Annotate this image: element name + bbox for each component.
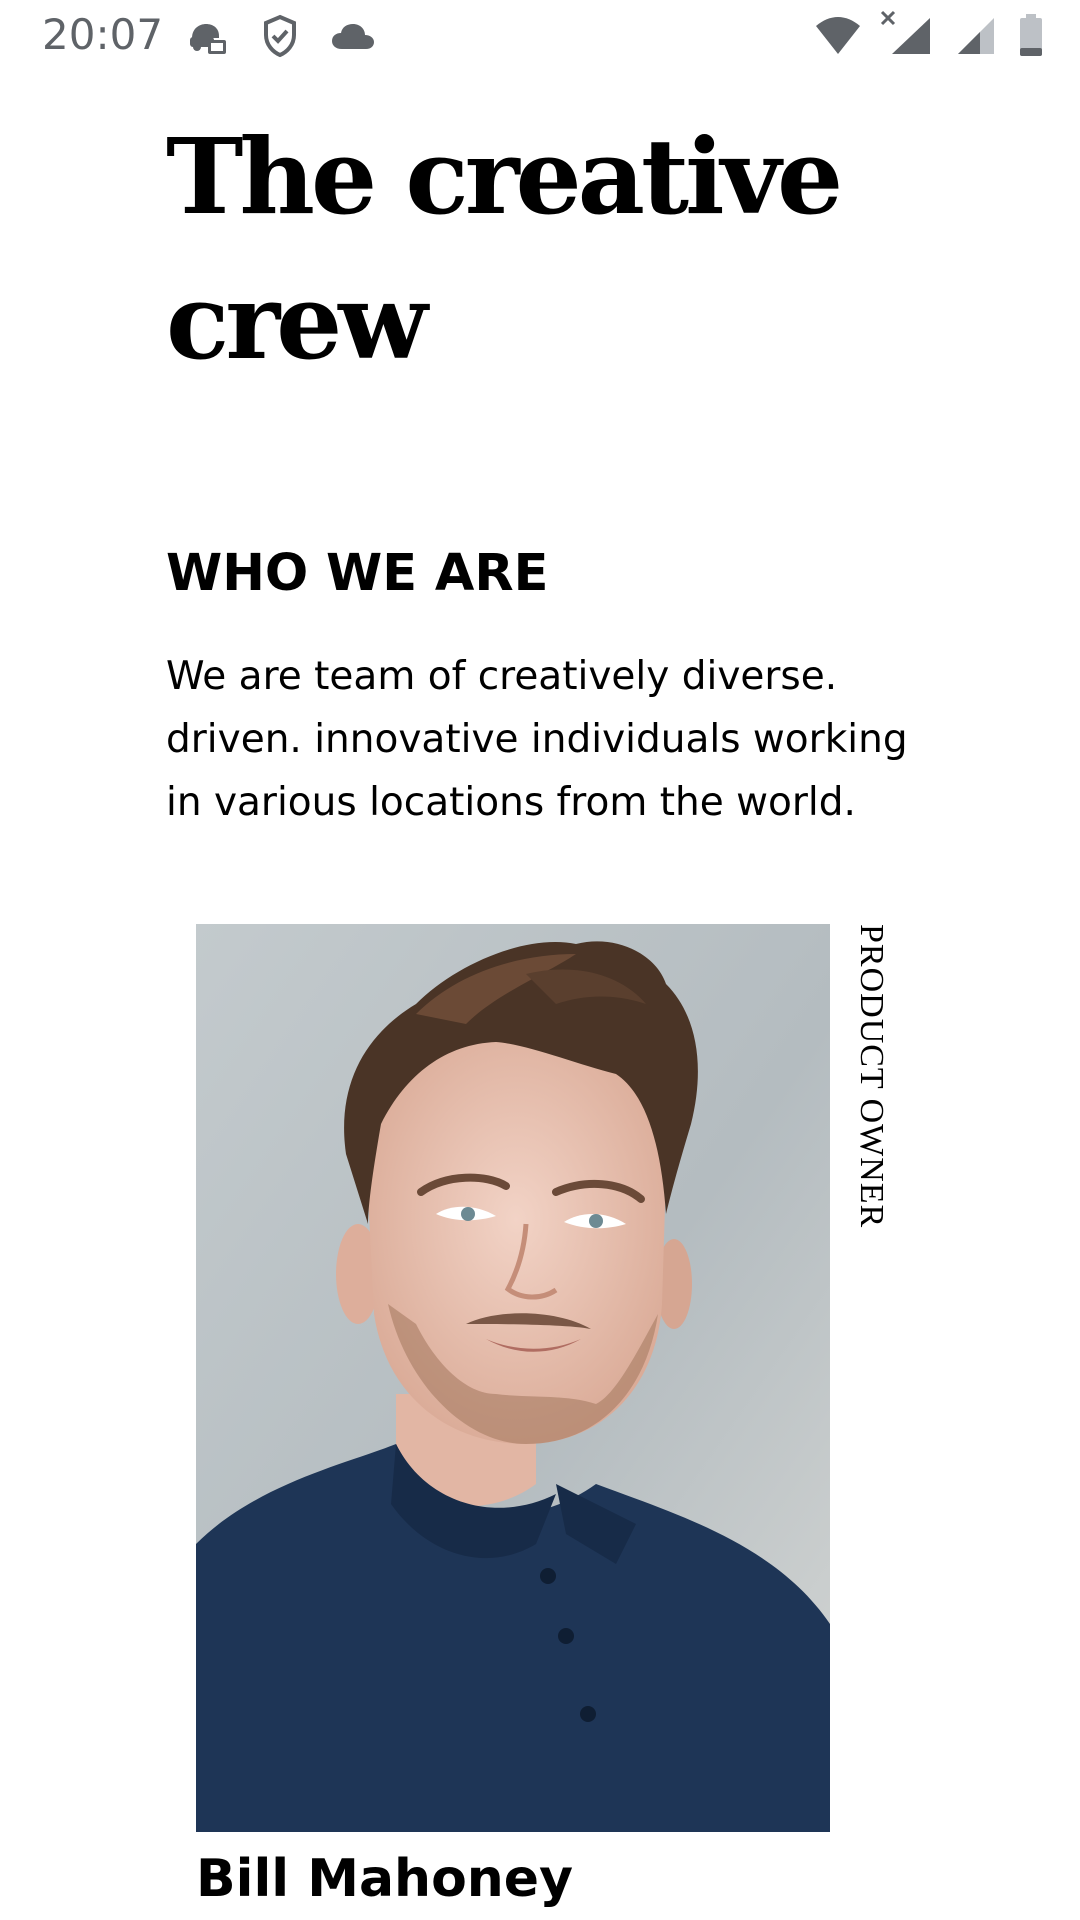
team-member-name: Bill Mahoney	[196, 1849, 573, 1909]
signal-icon	[958, 18, 994, 54]
cloud-icon	[332, 24, 374, 49]
page-title: The creative crew	[166, 115, 843, 383]
section-description: We are team of creatively diverse. drive…	[166, 654, 908, 825]
signal-icon-no-service	[880, 10, 930, 54]
messaging-app-icon	[190, 24, 226, 54]
portrait-image	[196, 924, 830, 1832]
section-heading: WHO WE ARE	[166, 544, 549, 603]
status-time: 20:07	[42, 10, 164, 59]
team-member-photo	[196, 924, 830, 1832]
battery-icon	[1020, 14, 1042, 56]
wifi-icon	[816, 17, 860, 54]
team-member-role: PRODUCT OWNER	[853, 924, 890, 1229]
status-bar: 20:07	[0, 0, 1080, 74]
shield-check-icon	[264, 14, 296, 58]
team-member-card: PRODUCT OWNER Bill Mahoney	[196, 924, 896, 1920]
